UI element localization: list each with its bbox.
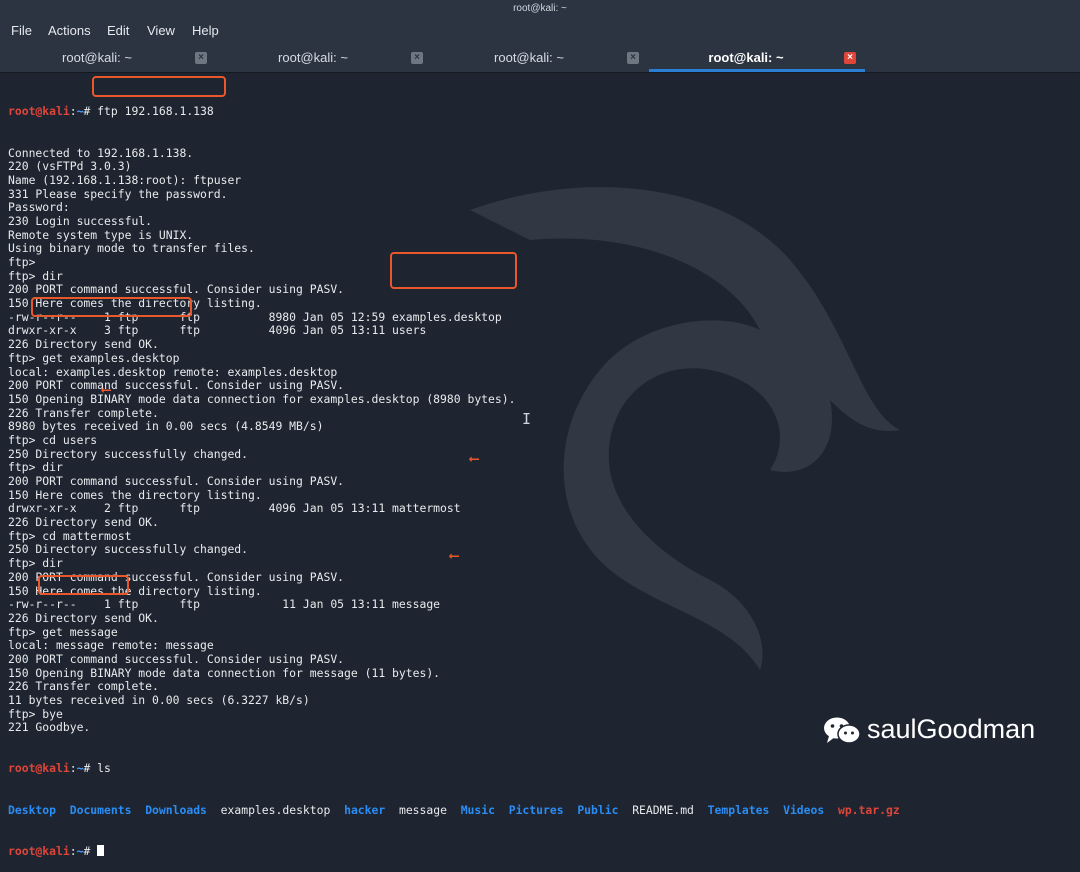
ls-entry: hacker	[344, 802, 386, 817]
menu-actions[interactable]: Actions	[48, 23, 91, 38]
terminal-line: ftp>	[8, 255, 36, 269]
tab-label: root@kali: ~	[708, 50, 784, 65]
terminal-line: Name (192.168.1.138:root): ftpuser	[8, 172, 242, 187]
terminal-line: 8980 bytes received in 0.00 secs (4.8549…	[8, 419, 324, 434]
terminal-line: Using binary mode to transfer files.	[8, 241, 255, 256]
ls-entry: Public	[577, 802, 619, 817]
terminal-line: 150 Here comes the directory listing.	[8, 296, 262, 311]
ls-entry: Videos	[783, 802, 825, 817]
terminal-line: 230 Login successful.	[8, 213, 153, 228]
terminal-line: 200 PORT command successful. Consider us…	[8, 282, 345, 297]
terminal-line: 226 Directory send OK.	[8, 515, 159, 530]
text-cursor	[97, 844, 105, 856]
ls-entry: Music	[460, 802, 495, 817]
terminal-line: 200 PORT command successful. Consider us…	[8, 651, 345, 666]
terminal-line: ftp> cd users	[8, 432, 98, 447]
terminal-line: 250 Directory successfully changed.	[8, 446, 249, 461]
terminal-line: ftp> dir	[8, 268, 63, 283]
terminal-line: 220 (vsFTPd 3.0.3)	[8, 159, 132, 174]
tab-2[interactable]: root@kali: ~ ×	[216, 44, 432, 72]
prompt-line: root@kali:~#	[8, 843, 1068, 859]
window-title: root@kali: ~	[0, 0, 1080, 18]
menu-edit[interactable]: Edit	[107, 23, 129, 38]
arrow-icon: ⟵	[470, 451, 479, 467]
ls-entry: message	[398, 802, 447, 817]
terminal-line: ftp> dir	[8, 556, 63, 571]
terminal-line: Connected to 192.168.1.138.	[8, 145, 194, 160]
wechat-icon	[824, 717, 861, 744]
ls-entry: Templates	[707, 802, 770, 817]
terminal-line: 331 Please specify the password.	[8, 186, 228, 201]
prompt-symbol: #	[83, 843, 98, 858]
terminal-line: 150 Here comes the directory listing.	[8, 583, 262, 598]
terminal-line: drwxr-xr-x 3 ftp ftp 4096 Jan 05 13:11 u…	[8, 323, 427, 338]
terminal-line: 200 PORT command successful. Consider us…	[8, 474, 345, 488]
prompt-symbol: #	[83, 761, 98, 776]
ls-output: Desktop Documents Downloads examples.des…	[8, 802, 1068, 818]
ls-entry: Pictures	[508, 802, 564, 817]
prompt-colon: :	[69, 104, 77, 119]
terminal-line: 226 Directory send OK.	[8, 610, 159, 625]
tab-4-active[interactable]: root@kali: ~ ×	[649, 44, 865, 72]
active-tab-indicator	[649, 69, 865, 72]
menu-file[interactable]: File	[11, 23, 32, 38]
terminal-line: -rw-r--r-- 1 ftp ftp 11 Jan 05 13:11 mes…	[8, 597, 441, 612]
ls-entry: Documents	[69, 802, 132, 817]
close-icon[interactable]: ×	[627, 52, 639, 64]
ls-entry: wp.tar.gz	[837, 802, 900, 817]
menu-help[interactable]: Help	[192, 23, 219, 38]
terminal-line: 150 Opening BINARY mode data connection …	[8, 391, 516, 406]
close-icon[interactable]: ×	[844, 52, 856, 64]
terminal-line: 150 Here comes the directory listing.	[8, 487, 262, 502]
prompt-symbol: #	[83, 104, 98, 119]
ls-entry: README.md	[632, 802, 694, 817]
terminal-line: drwxr-xr-x 2 ftp ftp 4096 Jan 05 13:11 m…	[8, 501, 461, 516]
terminal-line: 150 Opening BINARY mode data connection …	[8, 665, 441, 680]
arrow-icon: ⟵	[102, 382, 111, 398]
prompt-path: ~	[76, 843, 84, 858]
terminal-line: ftp> get message	[8, 624, 118, 639]
terminal-line: 226 Transfer complete.	[8, 405, 159, 420]
terminal-line: 200 PORT command successful. Consider us…	[8, 378, 345, 393]
terminal-line: ftp> dir	[8, 460, 63, 475]
prompt-line: root@kali:~# ls	[8, 762, 1068, 776]
terminal-line: local: message remote: message	[8, 638, 214, 653]
terminal-line: 226 Transfer complete.	[8, 679, 159, 694]
terminal-line: 11 bytes received in 0.00 secs (6.3227 k…	[8, 693, 310, 707]
ls-entry: Desktop	[8, 802, 57, 817]
tab-label: root@kali: ~	[494, 50, 564, 65]
terminal-line: 226 Directory send OK.	[8, 337, 159, 352]
prompt-user: root@kali	[8, 104, 70, 119]
terminal-line: ftp> cd mattermost	[8, 528, 132, 543]
prompt-user: root@kali	[8, 843, 70, 858]
tab-label: root@kali: ~	[62, 50, 132, 65]
prompt-colon: :	[69, 761, 77, 776]
menu-view[interactable]: View	[147, 23, 175, 38]
arrow-icon: ⟵	[450, 548, 459, 564]
tab-label: root@kali: ~	[278, 50, 348, 65]
tab-bar: root@kali: ~ × root@kali: ~ × root@kali:…	[0, 44, 1080, 73]
terminal-line: 250 Directory successfully changed.	[8, 542, 249, 557]
terminal-line: Remote system type is UNIX.	[8, 227, 194, 242]
menu-bar: File Actions Edit View Help	[0, 18, 1080, 44]
tab-1[interactable]: root@kali: ~ ×	[0, 44, 216, 72]
ls-entry: examples.desktop	[220, 802, 331, 817]
prompt-line: root@kali:~# ftp 192.168.1.138	[8, 105, 1068, 119]
close-icon[interactable]: ×	[195, 52, 207, 64]
command-text: ls	[97, 761, 111, 776]
terminal-line: local: examples.desktop remote: examples…	[8, 364, 338, 379]
command-text: ftp 192.168.1.138	[97, 104, 214, 119]
watermark-text: saulGoodman	[867, 714, 1036, 744]
prompt-user: root@kali	[8, 761, 70, 776]
terminal-output[interactable]: root@kali:~# ftp 192.168.1.138 Connected…	[8, 78, 1068, 858]
tab-3[interactable]: root@kali: ~ ×	[432, 44, 648, 72]
prompt-colon: :	[69, 843, 77, 858]
terminal-line: -rw-r--r-- 1 ftp ftp 8980 Jan 05 12:59 e…	[8, 309, 502, 324]
ls-entry: Downloads	[145, 802, 207, 817]
terminal-line: ftp> get examples.desktop	[8, 350, 180, 365]
close-icon[interactable]: ×	[411, 52, 423, 64]
terminal-line: Password:	[8, 200, 70, 215]
ibeam-cursor-icon: I	[522, 410, 532, 428]
terminal-line: 200 PORT command successful. Consider us…	[8, 569, 345, 584]
